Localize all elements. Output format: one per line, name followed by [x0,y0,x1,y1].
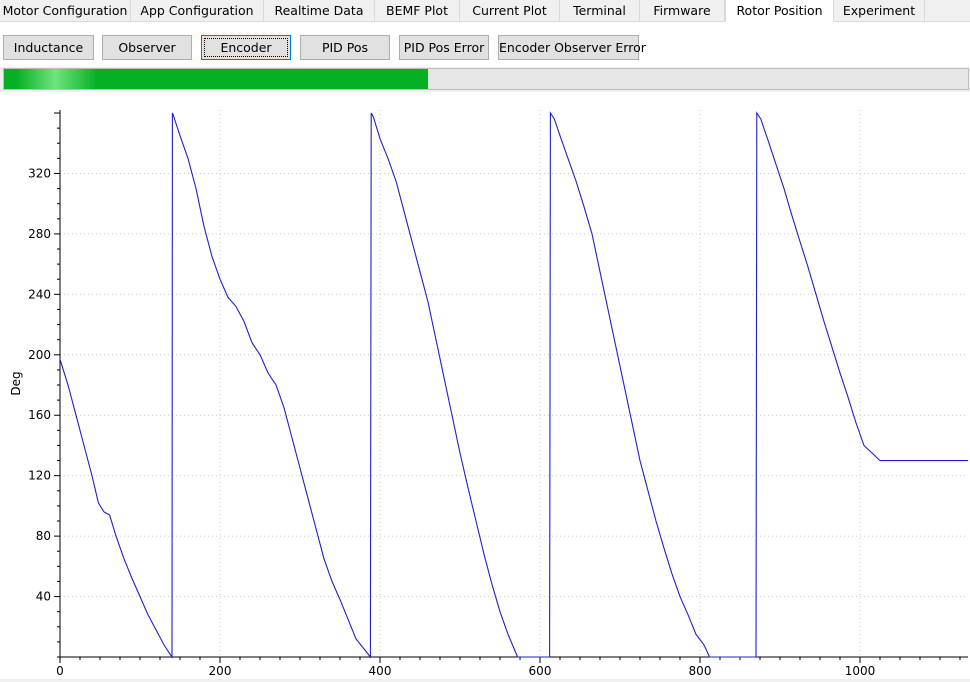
x-tick-label: 400 [369,664,392,678]
progress-bar-fill [4,69,429,89]
tab-current-plot[interactable]: Current Plot [460,0,560,21]
tab-firmware[interactable]: Firmware [640,0,725,21]
x-tick-label: 200 [209,664,232,678]
y-tick-label: 200 [28,348,51,362]
tab-bemf-plot[interactable]: BEMF Plot [375,0,460,21]
tab-bar: Motor Configuration App Configuration Real… [0,0,970,22]
tab-terminal[interactable]: Terminal [560,0,640,21]
tab-realtime-data[interactable]: Realtime Data [264,0,375,21]
progress-bar [3,68,969,90]
y-tick-label: 280 [28,227,51,241]
y-tick-label: 120 [28,469,51,483]
pid-pos-button[interactable]: PID Pos [300,35,390,60]
encoder-observer-error-button[interactable]: Encoder Observer Error [498,35,646,60]
y-tick-label: 240 [28,287,51,301]
x-tick-label: 0 [56,664,64,678]
y-axis-label: Deg [9,371,23,395]
y-tick-label: 320 [28,166,51,180]
tab-rotor-position[interactable]: Rotor Position [725,0,834,22]
observer-button[interactable]: Observer [102,35,192,60]
encoder-button[interactable]: Encoder [201,35,291,60]
x-tick-label: 600 [529,664,552,678]
x-tick-label: 800 [689,664,712,678]
pid-pos-error-button[interactable]: PID Pos Error [399,35,489,60]
y-tick-label: 160 [28,408,51,422]
plot-svg: 0 200 400 600 800 1000 40 80 120 160 200 240 280 320 D… [9,110,968,678]
tab-motor-configuration[interactable]: Motor Configuration [0,0,131,21]
tab-app-configuration[interactable]: App Configuration [131,0,264,21]
y-tick-label: 80 [36,529,51,543]
rotor-position-plot: 0 200 400 600 800 1000 40 80 120 160 200 240 280 320 D… [0,92,970,679]
y-tick-label: 40 [36,590,51,604]
series-line-0 [59,111,968,659]
x-tick-label: 1000 [845,664,876,678]
button-row: Inductance Observer Encoder PID Pos PID Pos … [0,22,970,67]
inductance-button[interactable]: Inductance [3,35,94,60]
tab-experiment[interactable]: Experiment [834,0,925,21]
